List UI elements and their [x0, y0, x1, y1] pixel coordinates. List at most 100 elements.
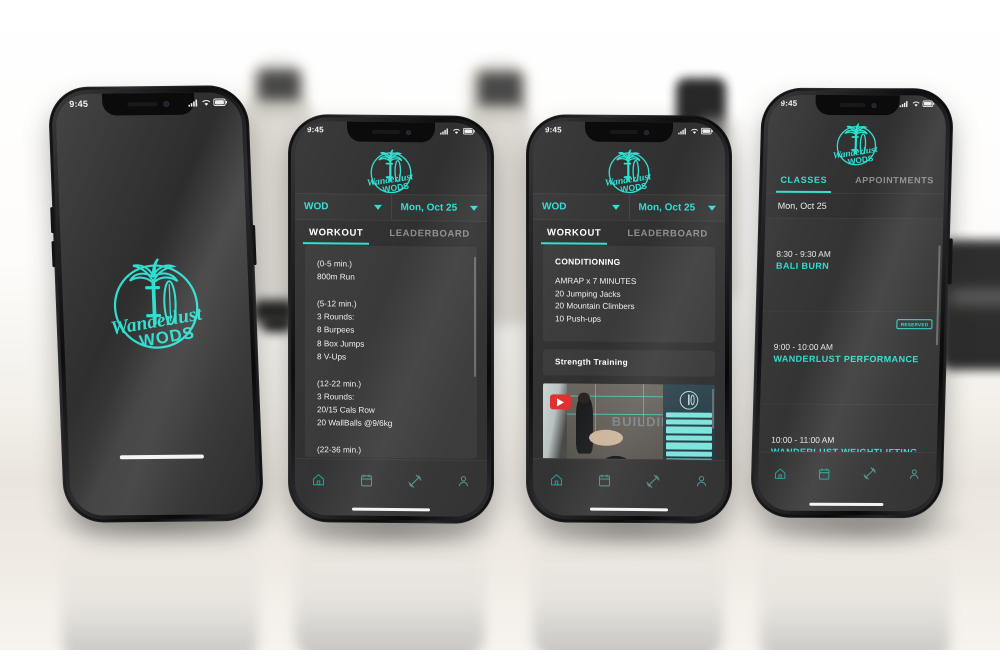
wod-app: 9:45 Wanderlust WODS WOD Mon, Oct 25 WOR… [295, 120, 487, 518]
tab-appointments[interactable]: APPOINTMENTS [851, 167, 938, 193]
tab-bar: WORKOUT LEADERBOARD [533, 220, 725, 246]
tab-workout[interactable]: WORKOUT [303, 220, 369, 245]
home-indicator[interactable] [590, 507, 668, 512]
workout-date-value: Mon, Oct 25 [638, 202, 696, 214]
tab-classes[interactable]: CLASSES [776, 167, 831, 193]
signal-icon [188, 99, 198, 107]
chevron-down-icon [470, 205, 478, 211]
battery-icon [463, 127, 475, 135]
scrollbar-thumb[interactable] [474, 256, 476, 377]
chevron-down-icon [373, 204, 382, 210]
signal-icon [678, 128, 686, 135]
home-indicator[interactable] [809, 502, 884, 507]
phone-screen: 9:45 [54, 92, 258, 516]
calendar-icon[interactable] [597, 473, 612, 493]
battery-icon [701, 127, 713, 135]
tab-leaderboard[interactable]: LEADERBOARD [383, 221, 476, 246]
class-row-1[interactable]: 8:30 - 9:30 AM BALI BURN [762, 218, 944, 313]
home-icon[interactable] [311, 472, 326, 492]
dumbbell-icon[interactable] [862, 466, 878, 486]
chevron-down-icon [611, 204, 620, 210]
strength-title: Strength Training [555, 357, 628, 367]
status-icons [678, 127, 713, 135]
youtube-play-icon[interactable] [550, 394, 571, 410]
scrollbar-thumb[interactable] [712, 388, 714, 429]
tab-workout-label: WORKOUT [547, 227, 602, 239]
workout-date-dropdown[interactable]: Mon, Oct 25 [628, 194, 725, 221]
status-badge: RESERVED [896, 319, 933, 330]
list-item [666, 435, 712, 441]
signal-icon [899, 101, 908, 108]
phone-wod-workout: 9:45 Wanderlust WODS WOD Mon, Oct 25 WOR… [288, 113, 494, 525]
person-icon[interactable] [694, 474, 709, 494]
bg-prop [948, 290, 1000, 304]
class-time: 10:00 - 11:00 AM [771, 434, 835, 445]
workout-type-dropdown[interactable]: WOD [533, 194, 629, 220]
calendar-icon[interactable] [359, 473, 374, 493]
tab-leaderboard-label: LEADERBOARD [389, 227, 470, 240]
wifi-icon [912, 101, 920, 107]
home-indicator[interactable] [119, 454, 204, 460]
list-item [666, 426, 712, 434]
splash-screen: 9:45 Wanderlust WODS [54, 92, 258, 516]
palm-tree-circle-logo: Wanderlust WODS [366, 149, 414, 194]
palm-tree-circle-logo: Wanderlust WODS [604, 149, 652, 194]
wod-conditioning-app: 9:45 Wanderlust WODS WOD Mon, Oct 25 WOR… [533, 121, 725, 517]
class-name: WANDERLUST PERFORMANCE [773, 353, 919, 365]
workout-type-value: WOD [304, 201, 329, 213]
tab-workout[interactable]: WORKOUT [541, 220, 607, 245]
scene-top-fade [0, 0, 1000, 70]
decor-line [594, 383, 596, 436]
wifi-icon [691, 128, 698, 134]
status-time: 9:45 [307, 125, 324, 135]
tab-classes-label: CLASSES [780, 174, 828, 185]
palm-tree-circle-logo: Wanderlust WODS [109, 258, 204, 351]
palm-tree-circle-logo: Wanderlust WODS [832, 123, 878, 167]
dumbbell-icon[interactable] [407, 473, 423, 494]
signal-icon [440, 128, 448, 135]
phone-schedule: 9:45 Wanderlust WODS CLASSES APPOINTMENT… [749, 87, 955, 519]
splash-logo: Wanderlust WODS [61, 244, 251, 358]
battery-icon [213, 98, 228, 107]
conditioning-card[interactable]: CONDITIONING AMRAP x 7 MINUTES 20 Jumpin… [543, 245, 715, 343]
tab-appointments-label: APPOINTMENTS [855, 175, 935, 186]
selector-bar: WOD Mon, Oct 25 [533, 193, 725, 222]
class-name: BALI BURN [775, 260, 830, 271]
phone-screen: 9:45 [757, 94, 947, 512]
strength-card[interactable]: Strength Training [543, 349, 715, 377]
conditioning-title: CONDITIONING [555, 256, 621, 267]
video-person-standing [575, 397, 593, 454]
tab-workout-label: WORKOUT [309, 227, 364, 239]
phone-screen: 9:45 [533, 121, 725, 517]
tab-leaderboard[interactable]: LEADERBOARD [621, 221, 714, 246]
conditioning-body: AMRAP x 7 MINUTES 20 Jumping Jacks 20 Mo… [555, 276, 637, 324]
wifi-icon [202, 99, 211, 106]
mockup-scene: 9:45 Wanderlust WODS 9:45 Wanderlust WOD… [0, 0, 1000, 650]
status-icons [188, 98, 228, 107]
workout-date-dropdown[interactable]: Mon, Oct 25 [390, 194, 487, 222]
phone-splash: 9:45 Wanderlust WODS [47, 85, 265, 523]
class-row-2[interactable]: RESERVED 9:00 - 10:00 AM WANDERLUST PERF… [760, 311, 941, 406]
tab-bar: WORKOUT LEADERBOARD [295, 219, 487, 247]
home-icon[interactable] [773, 466, 788, 485]
list-item [666, 412, 712, 418]
status-bar: 9:45 [768, 95, 946, 109]
selector-bar: WOD Mon, Oct 25 [295, 192, 487, 223]
home-icon[interactable] [549, 472, 564, 492]
play-triangle [557, 397, 564, 406]
status-time: 9:45 [780, 98, 798, 108]
workout-type-dropdown[interactable]: WOD [295, 194, 391, 220]
schedule-app: 9:45 Wanderlust WODS CLASSES APPOINTMENT… [757, 94, 947, 512]
list-item [666, 451, 712, 457]
workout-card[interactable]: (0-5 min.) 800m Run (5-12 min.) 3 Rounds… [305, 245, 477, 459]
class-time: 8:30 - 9:30 AM [776, 248, 831, 259]
person-icon[interactable] [907, 467, 922, 486]
status-time: 9:45 [69, 98, 89, 109]
calendar-icon[interactable] [817, 466, 832, 485]
person-icon[interactable] [456, 474, 471, 494]
tab-leaderboard-label: LEADERBOARD [627, 227, 708, 240]
status-time: 9:45 [545, 125, 562, 135]
dumbbell-icon[interactable] [645, 473, 661, 494]
status-bar: 9:45 [533, 121, 725, 136]
class-time: 9:00 - 10:00 AM [773, 341, 834, 352]
